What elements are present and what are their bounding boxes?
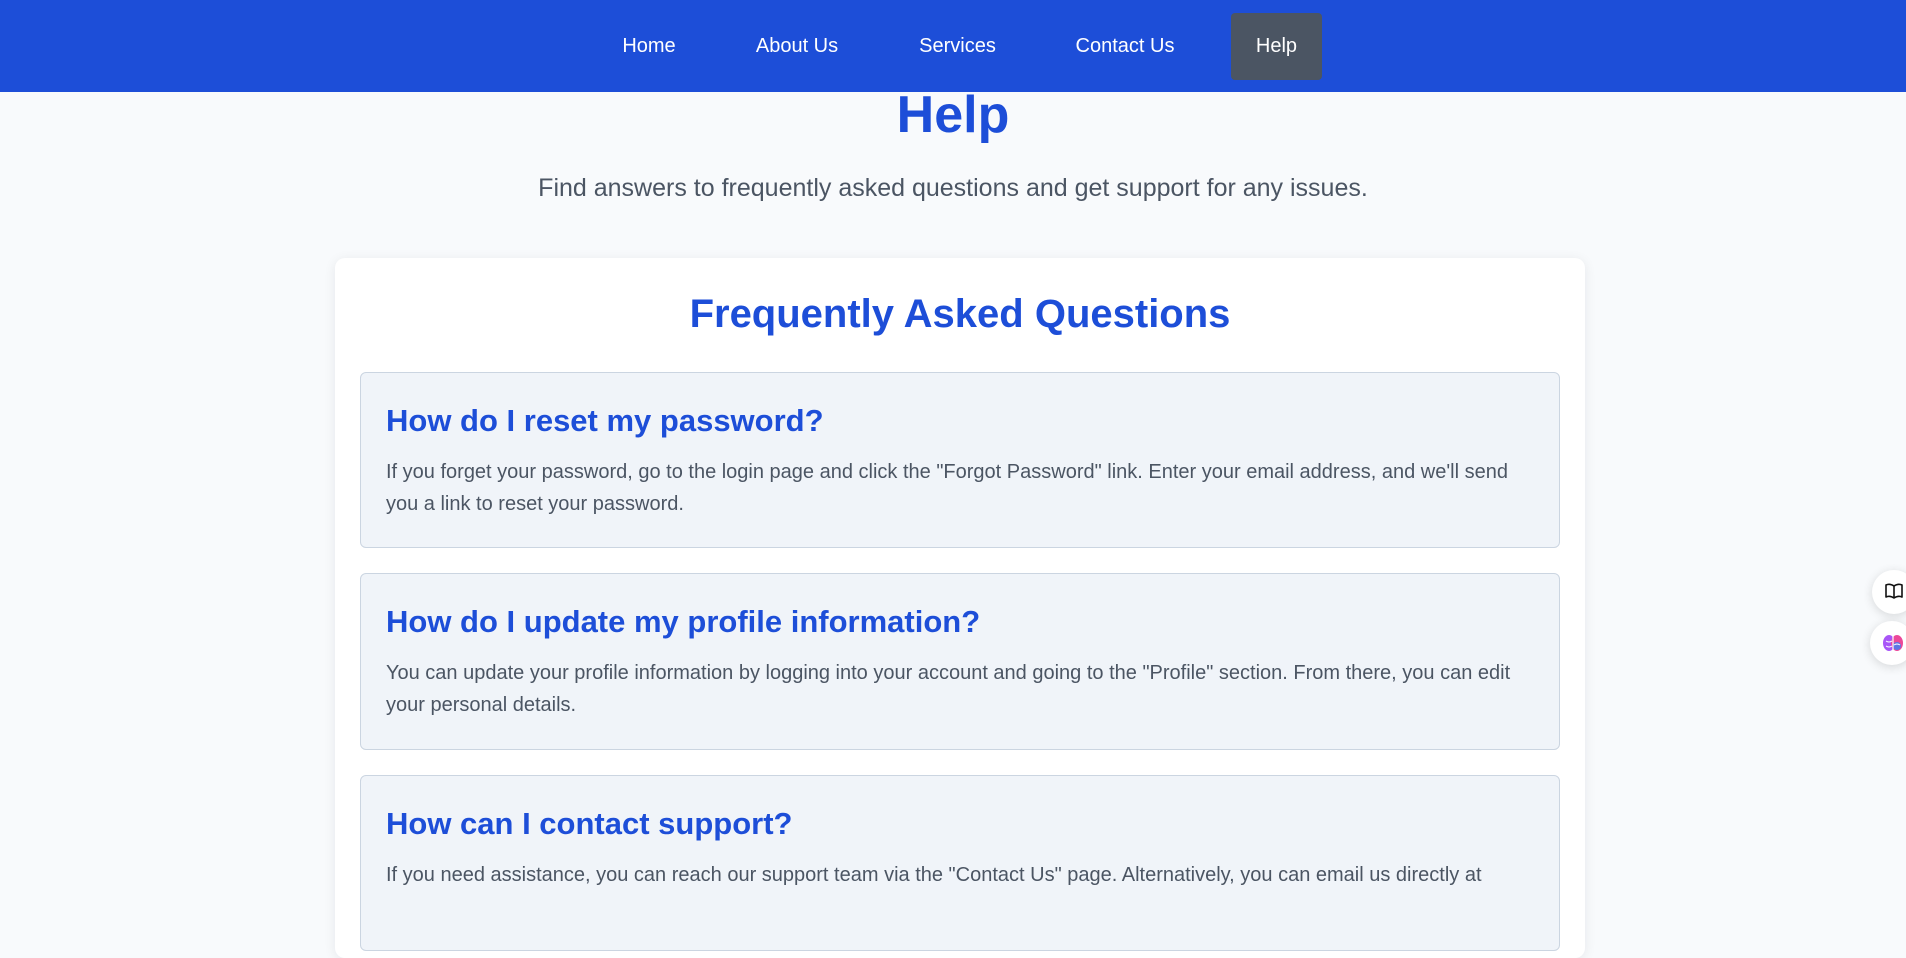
faq-question: How do I reset my password? [386,403,824,438]
faq-answer: If you need assistance, you can reach ou… [386,864,1482,886]
faq-item-reset-password: How do I reset my password? If you forge… [360,372,1560,548]
reader-floating-button[interactable] [1872,570,1906,614]
nav-link-contact-us[interactable]: Contact Us [1057,13,1193,80]
faq-heading: Frequently Asked Questions [689,292,1231,336]
ai-floating-button[interactable] [1870,621,1906,665]
faq-question: How can I contact support? [386,806,793,841]
page-subtitle: Find answers to frequently asked questio… [538,174,1368,202]
faq-item-contact-support: How can I contact support? If you need a… [360,775,1560,951]
faq-question: How do I update my profile information? [386,604,981,639]
page-title: Help [896,86,1010,144]
faq-item-update-profile: How do I update my profile information? … [360,573,1560,750]
nav-link-help[interactable]: Help [1231,13,1322,80]
nav-link-services[interactable]: Services [900,13,1015,80]
faq-section: Frequently Asked Questions How do I rese… [335,258,1585,958]
nav-link-home[interactable]: Home [604,13,694,80]
top-navbar: Home About Us Services Contact Us Help [0,0,1906,92]
faq-answer: If you forget your password, go to the l… [386,461,1508,515]
nav-link-about-us[interactable]: About Us [736,13,858,80]
faq-answer: You can update your profile information … [386,662,1511,716]
